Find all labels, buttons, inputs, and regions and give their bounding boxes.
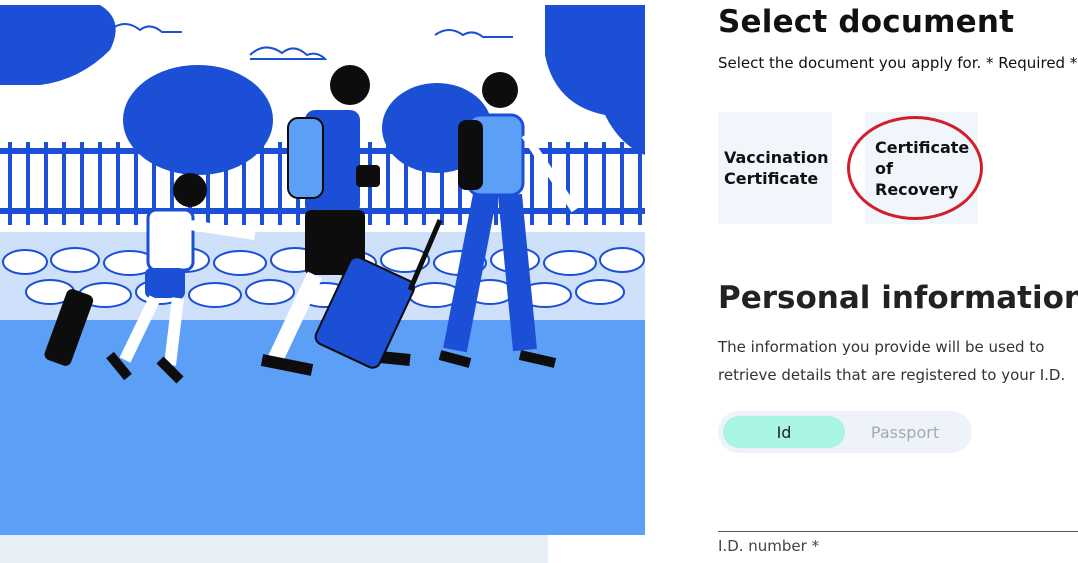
personal-information-description: The information you provide will be used… (718, 338, 1066, 384)
vaccination-certificate-label: Vaccination Certificate (724, 148, 829, 188)
vaccination-certificate-option[interactable]: Vaccination Certificate (718, 112, 832, 224)
passport-toggle-option[interactable]: Passport (844, 416, 966, 448)
id-number-input[interactable] (718, 531, 1078, 532)
image-bottom-strip (0, 535, 548, 563)
id-type-toggle: Id Passport (718, 411, 972, 453)
personal-information-title: Personal information (718, 280, 1078, 316)
select-document-subtitle: Select the document you apply for. * Req… (718, 54, 1078, 72)
family-travel-illustration (0, 0, 645, 535)
document-form-panel: Select document Select the document you … (718, 0, 1078, 563)
select-document-title: Select document (718, 4, 1015, 40)
certificate-of-recovery-option[interactable]: Certificate of Recovery (865, 112, 978, 224)
id-toggle-option[interactable]: Id (723, 416, 845, 448)
id-number-label: I.D. number * (718, 537, 820, 555)
certificate-of-recovery-label: Certificate of Recovery (875, 137, 970, 199)
